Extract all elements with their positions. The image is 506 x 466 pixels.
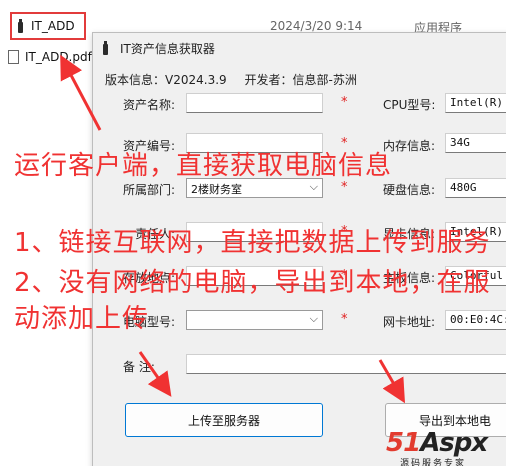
logo-wordmark: 51Aspx (386, 428, 488, 458)
arrow-to-upload (138, 351, 172, 397)
logo-brand-dark: Aspx (420, 428, 488, 458)
arrow-to-export (378, 359, 406, 404)
logo-tagline: 源码服务专家 (400, 459, 467, 466)
arrow-to-exe (60, 54, 102, 131)
logo-brand-red: 51 (386, 428, 421, 458)
annotation-line-4: 动添加上传 (14, 304, 150, 334)
annotation-line-1: 运行客户端，直接获取电脑信息 (14, 151, 393, 181)
annotation-line-2: 1、链接互联网，直接把数据上传到服务 (14, 228, 491, 258)
annotation-line-3: 2、没有网络的电脑，导出到本地，在服 (14, 268, 491, 298)
51aspx-logo: 51Aspx 源码服务专家 (386, 428, 506, 466)
